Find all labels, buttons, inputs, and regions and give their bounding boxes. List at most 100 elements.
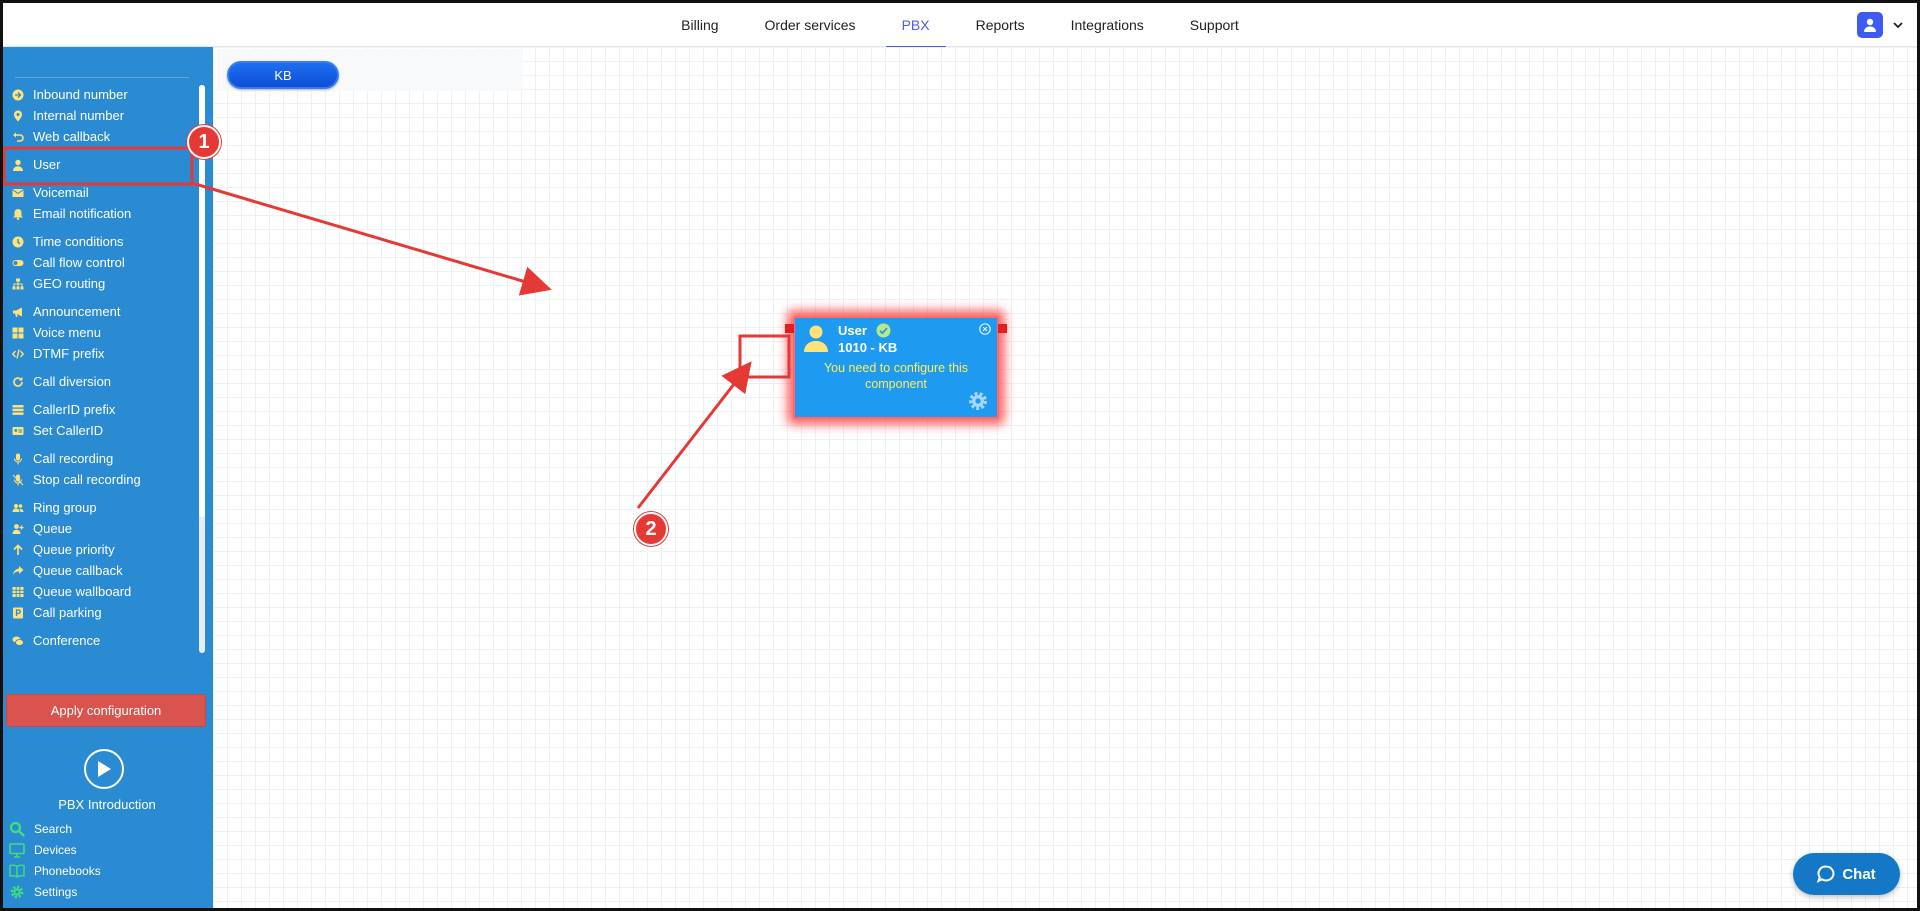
table-icon <box>11 585 24 598</box>
user-icon <box>804 325 828 352</box>
sidebar-item-voice-menu[interactable]: Voice menu <box>11 322 196 343</box>
arrow-up-icon <box>11 543 24 556</box>
monitor-icon <box>9 842 25 858</box>
microphone-icon <box>11 452 24 465</box>
tool-phonebooks[interactable]: Phonebooks <box>9 860 101 881</box>
sidebar-item-call-flow-control[interactable]: Call flow control <box>11 252 196 273</box>
output-port[interactable] <box>998 324 1007 333</box>
share-icon <box>11 564 24 577</box>
kb-flow-button[interactable]: KB <box>227 61 339 89</box>
tab-reports[interactable]: Reports <box>976 3 1025 47</box>
sidebar-scrollbar[interactable] <box>199 85 205 653</box>
sidebar-item-label: CallerID prefix <box>33 402 116 417</box>
list-icon <box>11 403 24 416</box>
sidebar-item-set-callerid[interactable]: Set CallerID <box>11 420 196 441</box>
sidebar-item-announcement[interactable]: Announcement <box>11 301 196 322</box>
tab-support[interactable]: Support <box>1190 3 1239 47</box>
sidebar-item-queue[interactable]: Queue <box>11 518 196 539</box>
sidebar-item-queue-callback[interactable]: Queue callback <box>11 560 196 581</box>
sidebar-item-ring-group[interactable]: Ring group <box>11 497 196 518</box>
flow-header: KB <box>217 49 523 91</box>
tool-label: Settings <box>34 884 78 899</box>
users-icon <box>11 501 24 514</box>
code-icon <box>11 347 24 360</box>
sidebar-item-queue-wallboard[interactable]: Queue wallboard <box>11 581 196 602</box>
component-warning: You need to configure this component <box>823 361 969 391</box>
step-marker-2: 2 <box>634 512 668 546</box>
sidebar-item-label: Inbound number <box>33 87 128 102</box>
avatar[interactable] <box>1857 12 1883 38</box>
comments-icon <box>11 634 24 647</box>
main-tabs: Billing Order services PBX Reports Integ… <box>3 3 1917 48</box>
sidebar-item-label: DTMF prefix <box>33 346 105 361</box>
sidebar-item-call-recording[interactable]: Call recording <box>11 448 196 469</box>
close-icon[interactable] <box>979 323 991 335</box>
sitemap-icon <box>11 277 24 290</box>
sidebar-item-label: Time conditions <box>33 234 124 249</box>
toggle-icon <box>11 256 24 269</box>
sidebar-item-callerid-prefix[interactable]: CallerID prefix <box>11 399 196 420</box>
sidebar-item-internal-number[interactable]: Internal number <box>11 105 196 126</box>
top-navigation-bar: Billing Order services PBX Reports Integ… <box>3 3 1917 48</box>
sidebar-item-user[interactable]: User <box>11 154 196 175</box>
sidebar-item-call-parking[interactable]: Call parking <box>11 602 196 623</box>
sidebar-item-conference[interactable]: Conference <box>11 630 196 651</box>
user-menu[interactable] <box>1857 12 1905 38</box>
sidebar-item-label: Call flow control <box>33 255 125 270</box>
user-icon <box>1864 18 1876 32</box>
tab-order-services[interactable]: Order services <box>765 3 856 47</box>
sidebar-item-dtmf-prefix[interactable]: DTMF prefix <box>11 343 196 364</box>
arrow-circle-icon <box>11 88 24 101</box>
redo-icon <box>11 375 24 388</box>
play-icon <box>98 761 111 777</box>
tool-devices[interactable]: Devices <box>9 839 101 860</box>
pbx-introduction-label[interactable]: PBX Introduction <box>3 797 211 812</box>
tab-pbx[interactable]: PBX <box>885 3 946 48</box>
tool-label: Devices <box>34 842 77 857</box>
sidebar-item-call-diversion[interactable]: Call diversion <box>11 371 196 392</box>
sidebar-item-geo-routing[interactable]: GEO routing <box>11 273 196 294</box>
bell-icon <box>11 207 24 220</box>
sidebar-item-label: Web callback <box>33 129 111 144</box>
sidebar-item-voicemail[interactable]: Voicemail <box>11 182 196 203</box>
chat-bubble-icon <box>1817 865 1835 883</box>
input-port[interactable] <box>785 324 794 333</box>
chat-button[interactable]: Chat <box>1793 853 1900 895</box>
call-flow-canvas[interactable]: KB User 1010 - KB You need to configure … <box>213 47 1917 908</box>
sidebar-item-label: Queue priority <box>33 542 115 557</box>
id-card-icon <box>11 424 24 437</box>
sidebar-item-label: Email notification <box>33 206 132 221</box>
sidebar-item-label: Internal number <box>33 108 125 123</box>
pbx-introduction-play-button[interactable] <box>84 749 124 789</box>
gear-icon[interactable] <box>967 390 989 412</box>
sidebar-item-label: Call diversion <box>33 374 112 389</box>
parking-icon <box>11 606 24 619</box>
sidebar-item-stop-call-recording[interactable]: Stop call recording <box>11 469 196 490</box>
sidebar-tools: Search Devices Phonebooks Settings <box>9 818 101 902</box>
microphone-slash-icon <box>11 473 24 486</box>
search-icon <box>9 821 25 837</box>
tool-search[interactable]: Search <box>9 818 101 839</box>
sidebar-item-label: Queue callback <box>33 563 123 578</box>
sidebar-item-label: Ring group <box>33 500 97 515</box>
component-list: Inbound number Internal number Web callb… <box>11 84 196 651</box>
sidebar-item-inbound-number[interactable]: Inbound number <box>11 84 196 105</box>
tab-integrations[interactable]: Integrations <box>1071 3 1144 47</box>
user-component-card[interactable]: User 1010 - KB You need to configure thi… <box>785 316 1007 419</box>
apply-configuration-button[interactable]: Apply configuration <box>6 694 206 727</box>
divider <box>15 77 189 78</box>
tab-billing[interactable]: Billing <box>681 3 718 47</box>
clock-icon <box>11 235 24 248</box>
sidebar-item-label: Set CallerID <box>33 423 104 438</box>
sidebar-item-email-notification[interactable]: Email notification <box>11 203 196 224</box>
sidebar-item-time-conditions[interactable]: Time conditions <box>11 231 196 252</box>
tool-settings[interactable]: Settings <box>9 881 101 902</box>
tool-label: Phonebooks <box>34 863 101 878</box>
book-icon <box>9 863 25 879</box>
sidebar-item-web-callback[interactable]: Web callback <box>11 126 196 147</box>
sidebar-item-queue-priority[interactable]: Queue priority <box>11 539 196 560</box>
chevron-down-icon[interactable] <box>1891 18 1905 32</box>
sidebar-item-label: Call parking <box>33 605 102 620</box>
component-sidebar: Inbound number Internal number Web callb… <box>3 47 213 908</box>
component-title: User <box>838 323 867 338</box>
